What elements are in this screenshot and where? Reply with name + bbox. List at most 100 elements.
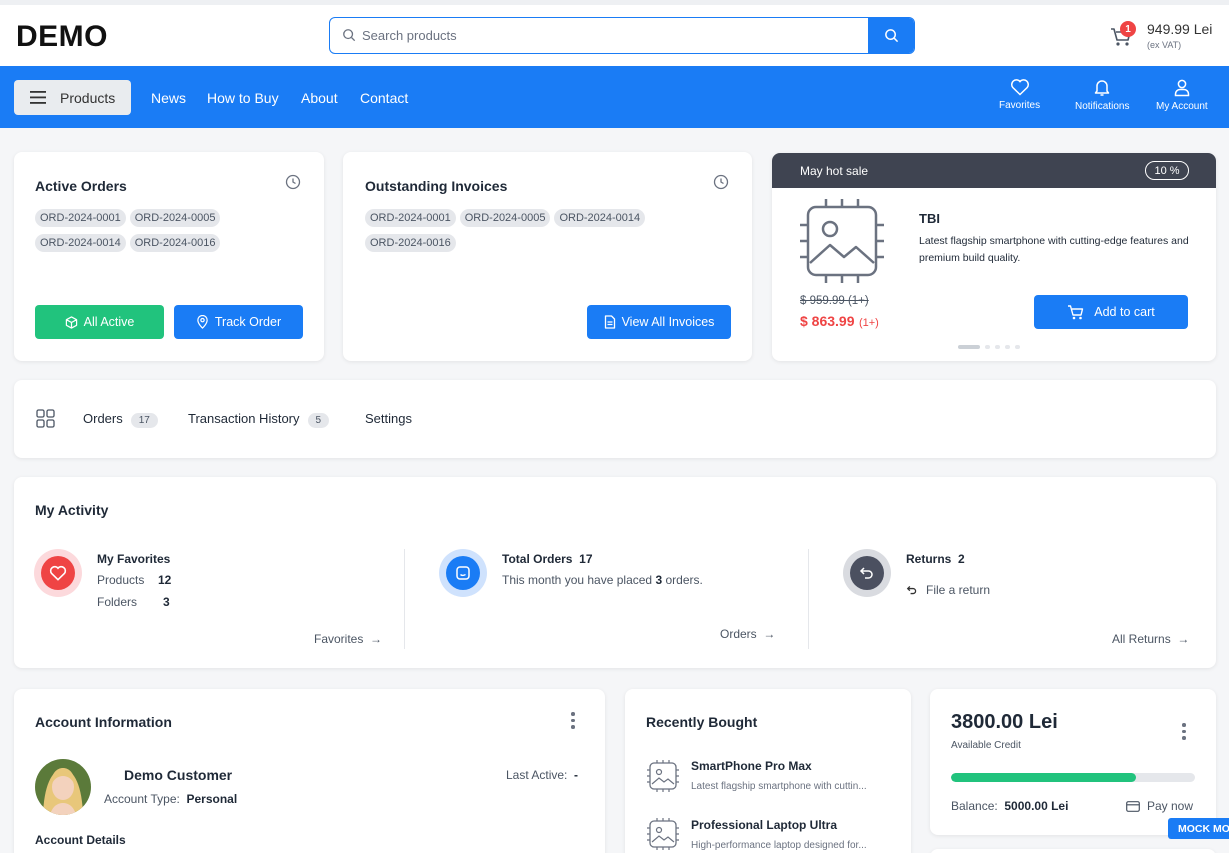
new-price-row: $ 863.99 (1+) <box>800 313 879 331</box>
nav-account[interactable]: My Account <box>1156 78 1208 112</box>
discount-badge: 10 % <box>1145 161 1189 180</box>
carousel-dot[interactable] <box>985 345 990 349</box>
nav-link-news[interactable]: News <box>151 90 186 106</box>
receipt-icon <box>456 566 470 580</box>
account-menu-icon[interactable] <box>571 712 575 729</box>
header: DEMO 1 949.99 Lei (ex VAT) <box>0 5 1229 66</box>
add-to-cart-button[interactable]: Add to cart <box>1034 295 1188 329</box>
search-input[interactable] <box>362 18 862 52</box>
nav-link-how-to-buy[interactable]: How to Buy <box>207 90 279 106</box>
favorites-title: My Favorites <box>97 552 171 566</box>
next-card <box>930 849 1216 853</box>
order-chip[interactable]: ORD-2024-0001 <box>35 209 126 227</box>
search-button[interactable] <box>868 18 914 53</box>
nav-notifications[interactable]: Notifications <box>1075 78 1129 112</box>
file-return-label: File a return <box>926 583 991 597</box>
returns-row: Returns 2 <box>906 552 965 566</box>
orders-month-count: 3 <box>655 573 663 587</box>
account-type-value: Personal <box>186 792 238 806</box>
tab-settings[interactable]: Settings <box>365 411 412 426</box>
carousel-dot[interactable] <box>995 345 1000 349</box>
cart-vat-note: (ex VAT) <box>1147 40 1182 50</box>
active-orders-list: ORD-2024-0001 ORD-2024-0005 ORD-2024-0014… <box>35 208 315 258</box>
view-all-invoices-button[interactable]: View All Invoices <box>587 305 731 339</box>
cart-total[interactable]: 949.99 Lei <box>1147 21 1212 37</box>
pay-now-link[interactable]: Pay now <box>1126 799 1193 813</box>
logo[interactable]: DEMO <box>16 20 108 54</box>
product-thumbnail-icon[interactable] <box>646 759 680 793</box>
tab-orders[interactable]: Orders 17 <box>83 411 158 428</box>
product-placeholder-icon[interactable] <box>798 197 886 285</box>
order-chip[interactable]: ORD-2024-0005 <box>129 209 221 227</box>
old-price: $ 959.99 (1+) <box>800 295 869 307</box>
all-returns-link[interactable]: All Returns → <box>1112 632 1189 646</box>
hot-sale-header: May hot sale 10 % <box>772 153 1216 188</box>
invoices-card: Outstanding Invoices ORD-2024-0001 ORD-20… <box>343 152 752 361</box>
favorites-link-label: Favorites <box>314 632 364 646</box>
all-active-button[interactable]: All Active <box>35 305 164 339</box>
hamburger-icon <box>30 91 46 104</box>
invoice-chip[interactable]: ORD-2024-0014 <box>554 209 646 227</box>
carousel-dot-active[interactable] <box>958 345 980 349</box>
total-orders-row: Total Orders 17 <box>502 552 593 566</box>
account-card: Account Information Demo Customer Last A… <box>14 689 605 853</box>
invoice-chip[interactable]: ORD-2024-0001 <box>365 209 456 227</box>
file-return-link[interactable]: File a return <box>906 583 990 597</box>
carousel-dots <box>958 345 1020 349</box>
orders-link[interactable]: Orders → <box>720 627 775 641</box>
favorites-link[interactable]: Favorites → <box>314 632 382 646</box>
grid-icon[interactable] <box>36 409 55 428</box>
tab-transaction-label: Transaction History <box>188 411 300 426</box>
total-orders-count: 17 <box>579 552 593 566</box>
bell-icon <box>1094 80 1110 96</box>
returns-title: Returns <box>906 552 952 566</box>
favorites-icon-circle <box>34 549 82 597</box>
total-orders-title: Total Orders <box>502 552 573 566</box>
credit-label: Available Credit <box>951 740 1021 751</box>
recent-item-desc: Latest flagship smartphone with cuttin..… <box>691 781 867 792</box>
tab-transaction-count: 5 <box>307 413 330 428</box>
clock-icon[interactable] <box>713 174 729 190</box>
credit-menu-icon[interactable] <box>1182 723 1186 740</box>
returns-count: 2 <box>958 552 965 566</box>
mock-mode-badge[interactable]: MOCK MO <box>1168 818 1229 839</box>
invoice-chip[interactable]: ORD-2024-0016 <box>365 234 456 252</box>
favorites-folders-label: Folders <box>97 595 138 609</box>
recent-item-name[interactable]: Professional Laptop Ultra <box>691 818 837 832</box>
cart-icon <box>1068 304 1084 319</box>
nav-link-contact[interactable]: Contact <box>360 90 408 106</box>
order-chip[interactable]: ORD-2024-0014 <box>35 234 126 252</box>
last-active-label: Last Active: <box>506 768 568 782</box>
hot-sale-product-name[interactable]: TBI <box>919 211 940 226</box>
avatar[interactable] <box>35 759 91 815</box>
heart-icon <box>1010 79 1029 96</box>
products-menu-button[interactable]: Products <box>14 80 131 115</box>
add-to-cart-label: Add to cart <box>1094 305 1155 319</box>
arrow-right-icon: → <box>1174 632 1190 646</box>
product-thumbnail-icon[interactable] <box>646 817 680 851</box>
search-icon <box>343 29 356 42</box>
order-chip[interactable]: ORD-2024-0016 <box>129 234 221 252</box>
tab-transaction-history[interactable]: Transaction History 5 <box>188 411 330 428</box>
carousel-dot[interactable] <box>1015 345 1020 349</box>
orders-month-pre: This month you have placed <box>502 573 653 587</box>
all-returns-label: All Returns <box>1112 632 1171 646</box>
balance-label: Balance: <box>951 799 998 813</box>
tab-orders-count: 17 <box>130 413 158 428</box>
nav-notifications-label: Notifications <box>1075 101 1130 112</box>
invoice-chip[interactable]: ORD-2024-0005 <box>459 209 551 227</box>
account-type-label: Account Type: <box>104 792 180 806</box>
track-order-button[interactable]: Track Order <box>174 305 303 339</box>
clock-icon[interactable] <box>285 174 301 190</box>
invoices-title: Outstanding Invoices <box>365 178 508 194</box>
tab-orders-label: Orders <box>83 411 123 426</box>
carousel-dot[interactable] <box>1005 345 1010 349</box>
nav-link-about[interactable]: About <box>301 90 338 106</box>
returns-icon-circle <box>843 549 891 597</box>
heart-icon <box>49 565 67 581</box>
recent-item-name[interactable]: SmartPhone Pro Max <box>691 759 812 773</box>
nav-favorites[interactable]: Favorites <box>999 78 1040 111</box>
arrow-right-icon: → <box>366 632 383 646</box>
credit-amount: 3800.00 Lei <box>951 711 1058 733</box>
all-active-label: All Active <box>83 315 135 329</box>
